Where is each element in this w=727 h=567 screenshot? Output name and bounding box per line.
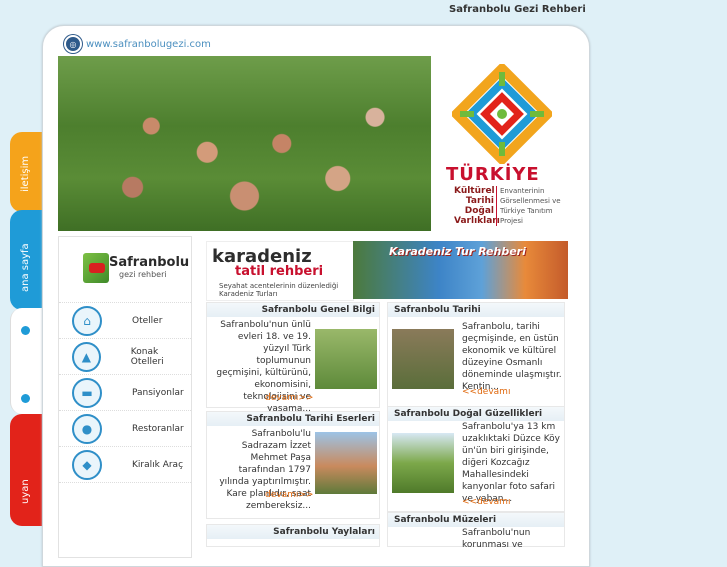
menu-item-label: Konak Otelleri — [130, 347, 164, 367]
article-header: Safranbolu Tarihi Eserleri — [207, 412, 379, 426]
article-header: Safranbolu Genel Bilgi — [207, 303, 379, 317]
karadeniz-caption: Seyahat acentelerinin düzenlediği Karade… — [219, 282, 339, 298]
article-photo[interactable] — [315, 432, 377, 494]
turkiye-right-line: Görsellenmesi ve — [500, 197, 561, 205]
article-photo[interactable] — [392, 329, 454, 389]
tab-spacer — [10, 308, 43, 414]
turkiye-logo[interactable]: TÜRKİYE Kültürel Tarihi Doğal Varlıkları… — [434, 56, 571, 231]
turkiye-left-line: Doğal — [464, 206, 494, 216]
site-url[interactable]: ◎ www.safranbolugezi.com — [64, 35, 211, 53]
karadeniz-banner[interactable]: karadeniz tatil rehberi Seyahat acentele… — [206, 241, 568, 301]
article-dogal-guzellikler[interactable]: Safranbolu Doğal Güzellikleri Safranbolu… — [387, 406, 565, 512]
site-logo-icon: ◎ — [64, 35, 82, 53]
article-photo[interactable] — [315, 329, 377, 389]
article-title[interactable]: Safranbolu Yaylaları — [273, 527, 375, 537]
article-header: Safranbolu Tarihi — [388, 303, 564, 317]
menu-item-oteller[interactable]: ⌂ Oteller — [59, 302, 191, 339]
article-title[interactable]: Safranbolu Müzeleri — [394, 515, 496, 525]
article-photo[interactable] — [392, 433, 454, 493]
article-title[interactable]: Safranbolu Tarihi — [394, 305, 481, 315]
safranbolu-town-photo — [58, 56, 431, 231]
menu-item-label: Kiralık Araç — [132, 460, 184, 470]
bed-icon: ▬ — [72, 378, 102, 408]
dot-icon — [21, 394, 30, 403]
dot-icon — [21, 326, 30, 335]
mansion-icon: ▲ — [72, 342, 101, 372]
dining-icon: ● — [72, 414, 102, 444]
left-menu: Safranbolu gezi rehberi ⌂ Oteller ▲ Kona… — [58, 236, 192, 558]
article-tarihi-eserleri[interactable]: Safranbolu Tarihi Eserleri Safranbolu'lu… — [206, 411, 380, 519]
safranbolu-logo-subtitle: gezi rehberi — [119, 270, 167, 279]
car-logo-icon — [83, 253, 109, 283]
article-text: Safranbolu'ya 13 km uzaklıktaki Düzce Kö… — [462, 422, 560, 504]
turkiye-right-text: Envanterinin Görsellenmesi ve Türkiye Ta… — [496, 186, 562, 226]
menu-item-kiralik-arac[interactable]: ◆ Kiralık Araç — [59, 446, 191, 483]
karadeniz-tour-banner[interactable]: Karadeniz Tur Rehberi — [353, 241, 568, 299]
article-header: Safranbolu Müzeleri — [388, 513, 564, 527]
menu-divider — [59, 482, 191, 519]
safranbolu-logo[interactable]: Safranbolu gezi rehberi — [81, 251, 189, 291]
turkiye-right-line: Envanterinin — [500, 187, 545, 195]
turkiye-right-line: Projesi — [500, 217, 523, 225]
page-title: Safranbolu Gezi Rehberi — [449, 4, 586, 15]
turkiye-right-line: Türkiye Tanıtım — [500, 207, 553, 215]
menu-item-pansiyonlar[interactable]: ▬ Pansiyonlar — [59, 374, 191, 411]
car-icon: ◆ — [72, 450, 102, 480]
article-title[interactable]: Safranbolu Genel Bilgi — [262, 305, 375, 315]
tab-alert-label: uyan — [20, 479, 31, 504]
article-yaylalar[interactable]: Safranbolu Yaylaları — [206, 524, 380, 547]
read-more-link[interactable]: devamı>> — [265, 490, 313, 500]
article-title[interactable]: Safranbolu Doğal Güzellikleri — [394, 409, 542, 419]
turkiye-word: TÜRKİYE — [446, 164, 540, 185]
article-tarihi[interactable]: Safranbolu Tarihi Safranbolu, tarihi geç… — [387, 302, 565, 408]
menu-item-restoranlar[interactable]: ● Restoranlar — [59, 410, 191, 447]
turkiye-left-line: Varlıkları — [454, 216, 500, 226]
article-text: Safranbolu'nun korunması ve — [462, 528, 531, 550]
turkiye-left-line: Kültürel — [454, 186, 495, 196]
menu-item-konak-otelleri[interactable]: ▲ Konak Otelleri — [59, 338, 191, 375]
read-more-link[interactable]: <<devamı — [462, 497, 510, 507]
karadeniz-logo[interactable]: karadeniz tatil rehberi Seyahat acentele… — [206, 241, 354, 301]
tab-contact-label: iletişim — [20, 155, 31, 192]
read-more-link[interactable]: <<devamı — [462, 387, 510, 397]
tab-alert[interactable]: uyan — [10, 414, 42, 526]
tab-contact[interactable]: iletişim — [10, 132, 42, 212]
article-text: Safranbolu, tarihi geçmişinde, en üstün … — [462, 322, 562, 392]
article-muzeler[interactable]: Safranbolu Müzeleri Safranbolu'nun korun… — [387, 512, 565, 550]
tab-home[interactable]: ana sayfa — [10, 210, 42, 310]
karadeniz-subtitle: tatil rehberi — [235, 264, 324, 279]
site-url-text: www.safranbolugezi.com — [86, 38, 211, 50]
menu-item-label: Pansiyonlar — [132, 388, 184, 398]
article-header: Safranbolu Yaylaları — [207, 525, 379, 539]
menu-item-label: Oteller — [132, 316, 163, 326]
hotel-icon: ⌂ — [72, 306, 102, 336]
karadeniz-tour-title: Karadeniz Tur Rehberi — [389, 245, 526, 258]
menu-item-label: Restoranlar — [132, 424, 184, 434]
article-genel-bilgi[interactable]: Safranbolu Genel Bilgi Safranbolu'nun ün… — [206, 302, 380, 414]
turkiye-emblem-icon — [452, 64, 552, 164]
tab-home-label: ana sayfa — [20, 243, 31, 292]
safranbolu-logo-title: Safranbolu — [109, 255, 190, 270]
turkiye-left-line: Tarihi — [465, 196, 494, 206]
article-title[interactable]: Safranbolu Tarihi Eserleri — [246, 414, 375, 424]
read-more-link[interactable]: devamı>> — [265, 393, 313, 403]
hero-banner: TÜRKİYE Kültürel Tarihi Doğal Varlıkları… — [58, 56, 571, 231]
article-header: Safranbolu Doğal Güzellikleri — [388, 407, 564, 421]
turkiye-left-text: Kültürel Tarihi Doğal Varlıkları — [454, 186, 500, 226]
